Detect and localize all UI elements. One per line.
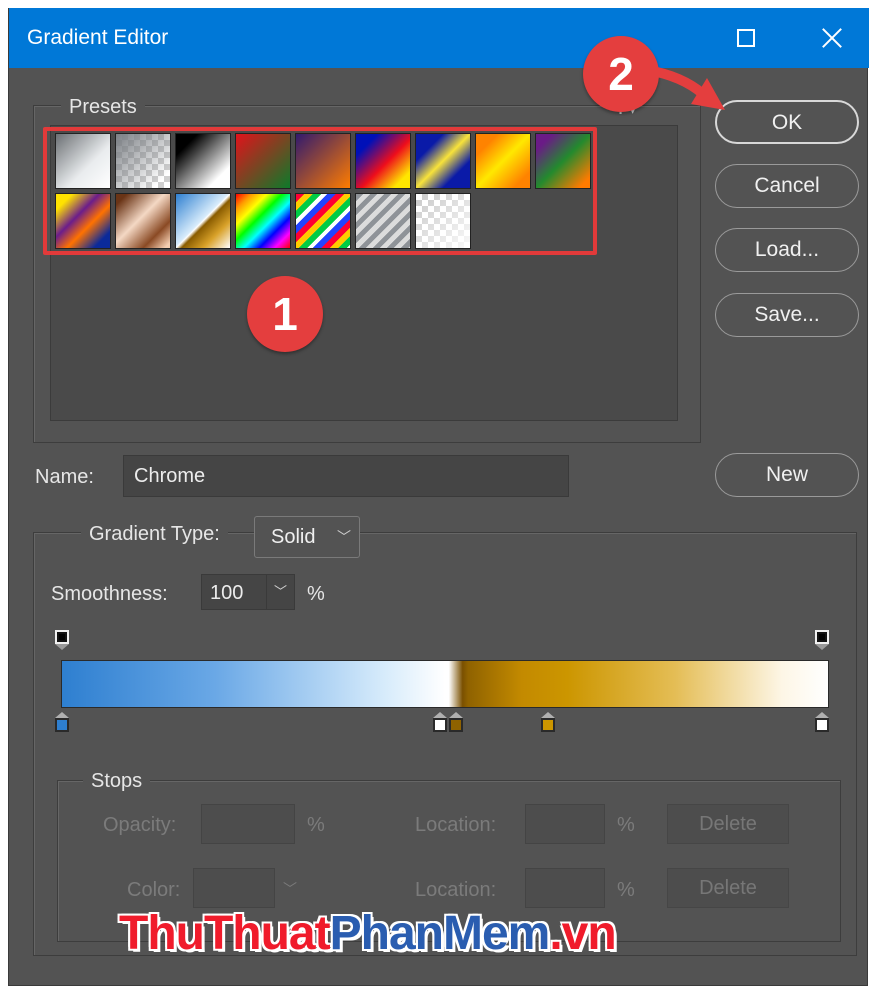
presets-label: Presets bbox=[61, 96, 145, 119]
maximize-icon bbox=[737, 29, 755, 47]
name-label: Name: bbox=[35, 466, 94, 488]
annotation-arrow-icon bbox=[642, 65, 725, 110]
color-location-label: Location: bbox=[415, 879, 497, 901]
color-stop-bronze[interactable] bbox=[449, 712, 463, 732]
name-input[interactable]: Chrome bbox=[123, 455, 569, 497]
maximize-button[interactable] bbox=[707, 8, 781, 68]
gradient-editor-window: Gradient Editor Presets ✲▾ OK Cancel Loa… bbox=[8, 8, 869, 986]
smoothness-dropdown-button[interactable]: ﹀ bbox=[266, 575, 294, 609]
new-button[interactable]: New bbox=[715, 453, 859, 497]
color-stop-gold[interactable] bbox=[541, 712, 555, 732]
annotation-badge-1: 1 bbox=[247, 276, 323, 352]
save-button[interactable]: Save... bbox=[715, 293, 859, 337]
close-button[interactable] bbox=[795, 8, 869, 68]
gradient-type-label: Gradient Type: bbox=[81, 523, 228, 546]
smoothness-unit: % bbox=[307, 583, 325, 605]
color-label: Color: bbox=[127, 879, 181, 901]
opacity-label: Opacity: bbox=[103, 814, 177, 836]
window-title: Gradient Editor bbox=[27, 26, 169, 49]
watermark-logo: ThuThuatPhanMem.vn bbox=[119, 907, 617, 960]
color-stop-white[interactable] bbox=[433, 712, 447, 732]
gradient-type-value: Solid bbox=[271, 526, 316, 548]
color-dropdown-chevron-icon[interactable]: ﹀ bbox=[283, 879, 297, 899]
delete-opacity-stop-button[interactable]: Delete bbox=[667, 804, 789, 844]
delete-color-stop-button[interactable]: Delete bbox=[667, 868, 789, 908]
opacity-location-unit: % bbox=[617, 814, 635, 836]
color-location-input[interactable] bbox=[525, 868, 605, 908]
opacity-stop-left[interactable] bbox=[55, 630, 69, 650]
opacity-input[interactable] bbox=[201, 804, 295, 844]
color-stop-blue[interactable] bbox=[55, 712, 69, 732]
chevron-down-icon: ﹀ bbox=[337, 529, 351, 545]
opacity-stop-right[interactable] bbox=[815, 630, 829, 650]
opacity-location-input[interactable] bbox=[525, 804, 605, 844]
load-button[interactable]: Load... bbox=[715, 228, 859, 272]
color-stop-white-end[interactable] bbox=[815, 712, 829, 732]
gradient-type-select[interactable]: Solid ﹀ bbox=[254, 516, 360, 558]
ok-button[interactable]: OK bbox=[715, 100, 859, 144]
stops-label: Stops bbox=[83, 770, 151, 793]
color-swatch-input[interactable] bbox=[193, 868, 275, 908]
opacity-location-label: Location: bbox=[415, 814, 497, 836]
swatch-highlight-annotation bbox=[43, 127, 597, 255]
cancel-button[interactable]: Cancel bbox=[715, 164, 859, 208]
smoothness-label: Smoothness: bbox=[51, 583, 168, 605]
title-bar[interactable]: Gradient Editor bbox=[9, 8, 869, 68]
smoothness-input[interactable]: 100 ﹀ bbox=[201, 574, 295, 610]
opacity-unit: % bbox=[307, 814, 325, 836]
gradient-preview-bar[interactable] bbox=[61, 660, 829, 708]
smoothness-value: 100 bbox=[210, 582, 244, 604]
color-location-unit: % bbox=[617, 879, 635, 901]
